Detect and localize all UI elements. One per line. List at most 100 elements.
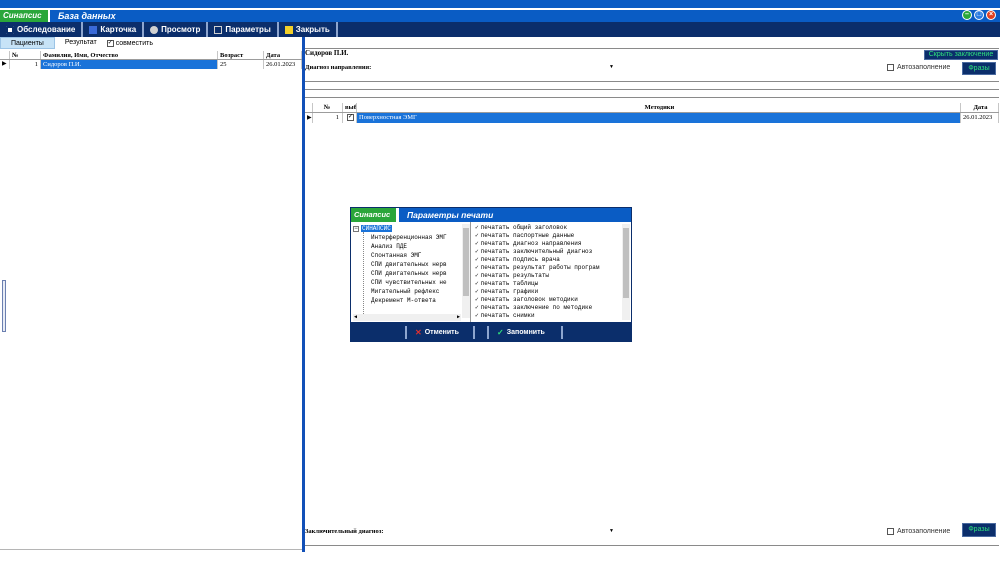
header-name[interactable]: Фамилия, Имя, Отчество [41,51,218,59]
dialog-body: − СИНАПСИС Интерференционная ЭМГ Анализ … [351,222,631,322]
methods-header-num[interactable]: № [313,103,343,112]
print-option[interactable]: ✓ печатать графики [475,288,538,295]
combine-toggle[interactable]: ✓ совместить [106,39,153,47]
print-option[interactable]: ✓ печатать результат работы програм [475,264,599,271]
phrases-bottom-button[interactable]: Фразы [962,523,996,537]
cancel-button[interactable]: ✕ Отменить [405,326,475,339]
method-row-select[interactable]: ✓ [343,113,357,123]
method-row-name[interactable]: Поверхностная ЭМГ [357,113,961,123]
close-button[interactable]: Закрыть [279,22,338,37]
method-row-num: 1 [313,113,343,123]
table-row[interactable]: ▶ 1 ✓ Поверхностная ЭМГ 26.01.2023 [305,113,999,123]
header-num[interactable]: № [10,51,41,59]
print-option[interactable]: ✓ печатать общий заголовок [475,224,567,231]
tree-hscrollbar[interactable]: ◀ ▶ [353,314,461,321]
tab-patients[interactable]: Пациенты [0,37,55,49]
print-option-label: печатать заключительный диагноз [480,248,593,255]
row-name[interactable]: Сидоров П.И. [41,60,218,69]
view-button[interactable]: Просмотр [144,22,209,37]
patient-name: Сидоров П.И. [305,49,349,57]
print-option[interactable]: ✓ печатать паспортные данные [475,232,574,239]
check-icon[interactable]: ✓ [475,288,479,295]
methods-header-select[interactable]: выб [343,103,357,112]
method-select-checkbox[interactable]: ✓ [347,114,354,122]
tree-item[interactable]: Интерференционная ЭМГ [371,234,447,241]
tree-root-label[interactable]: СИНАПСИС [361,225,392,232]
referral-dropdown-arrow-icon[interactable]: ▼ [609,64,614,70]
table-row[interactable]: ▶ 1 Сидоров П.И. 25 26.01.2023 [0,60,302,69]
card-button[interactable]: Карточка [83,22,145,37]
methods-header-method[interactable]: Методики [357,103,961,112]
maximize-button[interactable]: □ [974,10,984,20]
referral-divider-1 [305,81,999,82]
print-option[interactable]: ✓ печатать снимки [475,312,535,319]
dialog-title-bar[interactable]: Синапсис Параметры печати [351,208,631,222]
print-option[interactable]: ✓ печатать заключение по методике [475,304,592,311]
autofill-top[interactable]: Автозаполнение [887,64,950,71]
method-row-date: 26.01.2023 [961,113,999,123]
patients-header: № Фамилия, Имя, Отчество Возраст Дата [0,51,302,60]
left-tabs: Пациенты Результат ✓ совместить [0,37,302,49]
methods-tree: − СИНАПСИС Интерференционная ЭМГ Анализ … [351,222,471,322]
minimize-button[interactable]: – [962,10,972,20]
print-option-label: печатать общий заголовок [480,224,568,231]
check-icon[interactable]: ✓ [475,296,479,303]
header-age[interactable]: Возраст [218,51,264,59]
autofill-top-checkbox[interactable] [887,64,894,71]
print-option[interactable]: ✓ печатать диагноз направления [475,240,581,247]
tree-scroll-thumb[interactable] [463,228,469,296]
tree-item[interactable]: СПИ двигательных нерв [371,261,447,268]
collapse-icon[interactable]: − [353,225,359,232]
check-icon[interactable]: ✓ [475,304,479,311]
top-divider [305,48,999,49]
check-icon[interactable]: ✓ [475,248,479,255]
methods-header-date[interactable]: Дата [961,103,999,112]
scroll-right-icon[interactable]: ▶ [457,314,460,320]
card-label: Карточка [100,25,137,34]
final-dropdown-arrow-icon[interactable]: ▼ [609,528,614,534]
params-button[interactable]: Параметры [208,22,279,37]
print-option[interactable]: ✓ печатать таблицы [475,280,538,287]
check-icon[interactable]: ✓ [475,264,479,271]
check-icon[interactable]: ✓ [475,312,479,319]
tree-item[interactable]: СПИ чувствительных не [371,279,447,286]
save-button[interactable]: ✓ Запомнить [487,326,563,339]
print-option[interactable]: ✓ печатать подпись врача [475,256,560,263]
close-window-button[interactable]: × [986,10,996,20]
print-option[interactable]: ✓ печатать результаты [475,272,549,279]
tree-item[interactable]: СПИ двигательных нерв [371,270,447,277]
combine-checkbox[interactable]: ✓ [106,39,114,47]
check-icon[interactable]: ✓ [475,224,479,231]
tree-item[interactable]: Спонтанная ЭМГ [371,252,421,259]
autofill-bottom-checkbox[interactable] [887,528,894,535]
check-icon[interactable]: ✓ [475,280,479,287]
options-scroll-thumb[interactable] [623,228,629,298]
check-icon[interactable]: ✓ [475,240,479,247]
methods-table: № выб Методики Дата ▶ 1 ✓ Поверхностная … [305,103,999,123]
hide-conclusion-button[interactable]: Скрыть заключение [924,50,998,60]
tree-item[interactable]: Декремент М-ответа [371,297,436,304]
params-icon [214,25,223,34]
tab-results[interactable]: Результат [54,37,107,49]
dialog-title: Параметры печати [407,210,494,220]
check-icon[interactable]: ✓ [475,232,479,239]
view-icon [150,25,159,34]
row-age: 25 [218,60,264,69]
autofill-bottom[interactable]: Автозаполнение [887,528,950,535]
tree-root[interactable]: − СИНАПСИС [353,225,392,232]
save-check-icon: ✓ [497,328,504,337]
save-label: Запомнить [506,329,545,336]
phrases-top-button[interactable]: Фразы [962,62,996,75]
check-icon[interactable]: ✓ [475,256,479,263]
header-date[interactable]: Дата [264,51,302,59]
options-scrollbar[interactable] [622,224,630,320]
scroll-left-icon[interactable]: ◀ [354,314,357,320]
print-option[interactable]: ✓ печатать заголовок методики [475,296,578,303]
tree-item[interactable]: Мигательный рефлекс [371,288,439,295]
check-icon[interactable]: ✓ [475,272,479,279]
exam-button[interactable]: Обследование [0,22,84,37]
print-option[interactable]: ✓ печатать заключительный диагноз [475,248,592,255]
left-scrollbar[interactable] [2,280,6,332]
tree-item[interactable]: Анализ ПДЕ [371,243,407,250]
tree-scrollbar[interactable] [462,224,470,318]
